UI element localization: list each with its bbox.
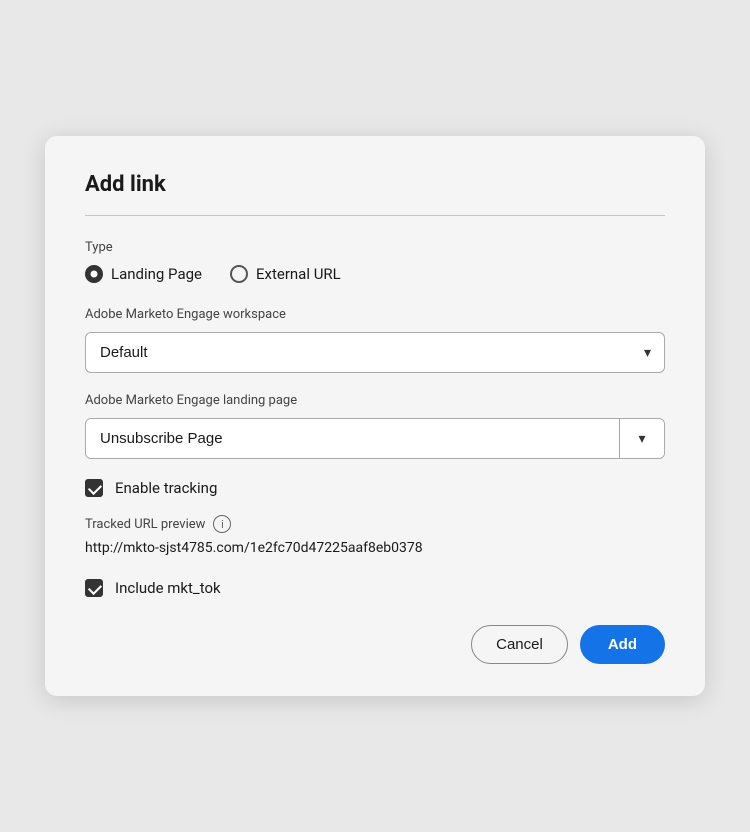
add-button[interactable]: Add [580,625,665,664]
radio-landing-page[interactable] [85,265,103,283]
cancel-button[interactable]: Cancel [471,625,568,664]
landing-page-select-wrapper: Unsubscribe Page Home Page Contact Page … [85,418,665,459]
divider [85,215,665,216]
radio-external-url[interactable] [230,265,248,283]
radio-external-url-label: External URL [256,265,341,283]
type-section: Type Landing Page External URL [85,240,665,283]
include-mkt-tok-row: Include mkt_tok [85,579,665,597]
type-label: Type [85,240,665,255]
add-link-dialog: Add link Type Landing Page External URL … [45,136,705,696]
tracked-url-label: Tracked URL preview [85,517,205,532]
workspace-select[interactable]: Default Workspace A Workspace B [85,332,665,373]
dialog-title: Add link [85,172,665,197]
radio-landing-page-label: Landing Page [111,265,202,283]
radio-option-external-url[interactable]: External URL [230,265,341,283]
type-radio-group: Landing Page External URL [85,265,665,283]
enable-tracking-row: Enable tracking [85,479,665,497]
workspace-section: Adobe Marketo Engage workspace Default W… [85,307,665,373]
tracked-url-section: Tracked URL preview i http://mkto-sjst47… [85,515,665,559]
landing-page-label: Adobe Marketo Engage landing page [85,393,665,408]
include-mkt-tok-checkbox[interactable] [85,579,103,597]
info-icon[interactable]: i [213,515,231,533]
footer-buttons: Cancel Add [85,625,665,664]
landing-page-section: Adobe Marketo Engage landing page Unsubs… [85,393,665,459]
workspace-select-wrapper: Default Workspace A Workspace B ▾ [85,332,665,373]
include-mkt-tok-label: Include mkt_tok [115,579,221,597]
landing-page-chevron-button[interactable]: ▾ [620,419,664,458]
enable-tracking-label: Enable tracking [115,479,217,497]
enable-tracking-checkbox[interactable] [85,479,103,497]
tracked-url-label-row: Tracked URL preview i [85,515,665,533]
tracked-url-value: http://mkto-sjst4785.com/1e2fc70d47225aa… [85,539,665,559]
radio-option-landing-page[interactable]: Landing Page [85,265,202,283]
workspace-label: Adobe Marketo Engage workspace [85,307,665,322]
landing-page-select[interactable]: Unsubscribe Page Home Page Contact Page [86,419,619,458]
